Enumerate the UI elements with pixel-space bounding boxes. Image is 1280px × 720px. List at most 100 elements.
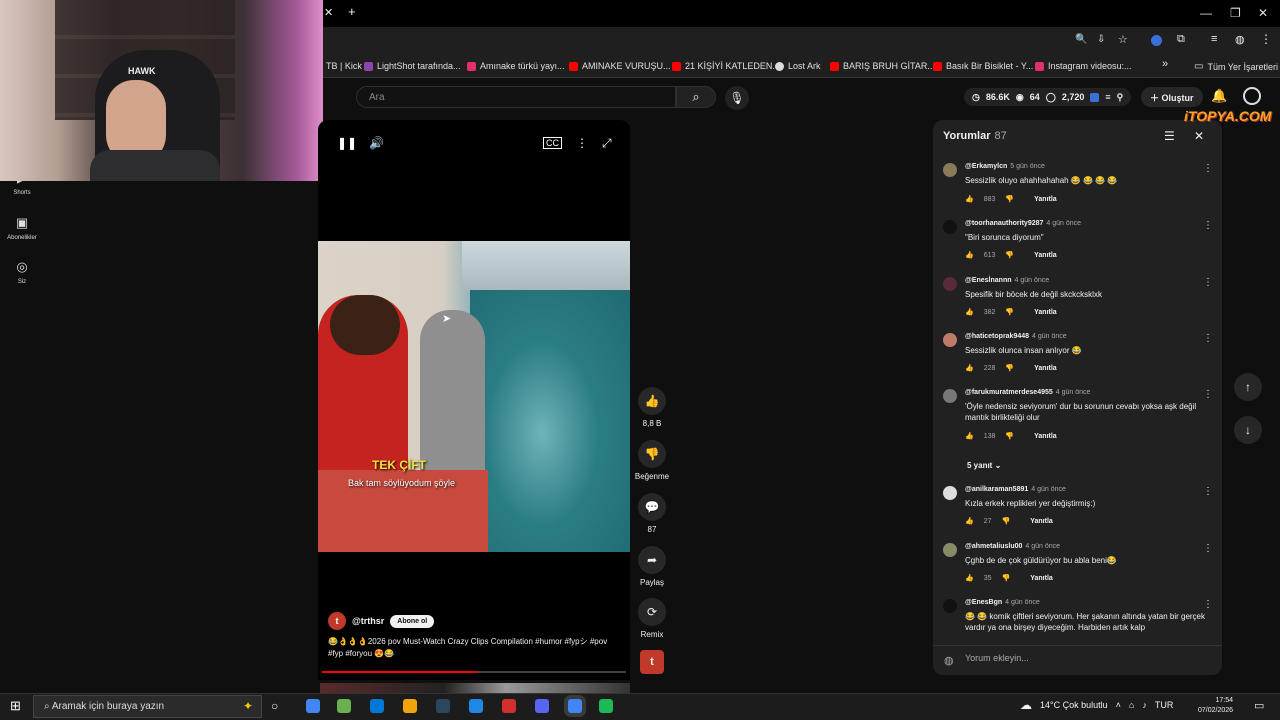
reply-button[interactable]: Yanıtla — [1034, 433, 1057, 440]
thumbs-up-icon[interactable]: 👍 — [965, 308, 974, 316]
comment-menu-icon[interactable]: ⋮ — [1203, 220, 1213, 231]
volume-icon[interactable]: 🔊 — [369, 136, 384, 150]
close-tab-icon[interactable]: ✕ — [324, 6, 333, 19]
speaker-icon[interactable]: ♪ — [1142, 700, 1147, 710]
minimize-icon[interactable]: — — [1200, 6, 1212, 20]
thumbs-down-icon[interactable]: 👎 — [1002, 574, 1011, 582]
next-short-thumbnail[interactable] — [320, 683, 630, 693]
reply-button[interactable]: Yanıtla — [1030, 575, 1053, 582]
comment-menu-icon[interactable]: ⋮ — [1203, 163, 1213, 174]
taskbar-app-icon[interactable] — [306, 699, 320, 713]
thumbs-up-icon[interactable]: 👍 — [965, 195, 974, 203]
remix-button[interactable]: ⟳ Remix — [634, 598, 670, 639]
search-input[interactable]: Ara — [356, 86, 676, 108]
reply-button[interactable]: Yanıtla — [1034, 365, 1057, 372]
commenter-avatar[interactable] — [943, 543, 957, 557]
restore-icon[interactable]: ❐ — [1230, 6, 1241, 20]
comment-time[interactable]: 4 gün önce — [1025, 543, 1060, 550]
comment-menu-icon[interactable]: ⋮ — [1203, 486, 1213, 497]
bookmark-item[interactable]: Lost Ark — [775, 61, 821, 71]
bookmark-item[interactable]: TB | Kick — [322, 61, 362, 71]
thumbs-up-icon[interactable]: 👍 — [965, 364, 974, 372]
comment-time[interactable]: 4 gün önce — [1015, 277, 1050, 284]
comment-time[interactable]: 4 gün önce — [1046, 220, 1081, 227]
taskbar-app-icon[interactable] — [599, 699, 613, 713]
channel-thumbnail-button[interactable]: t — [640, 650, 664, 674]
comment-author[interactable]: @toorhanauthority9287 — [965, 220, 1043, 227]
extensions-puzzle-icon[interactable]: ⧉ — [1177, 33, 1185, 46]
commenter-avatar[interactable] — [943, 389, 957, 403]
comment-menu-icon[interactable]: ⋮ — [1203, 389, 1213, 400]
create-button[interactable]: ＋ Oluştur — [1141, 87, 1203, 107]
next-short-button[interactable]: ↓ — [1234, 416, 1262, 444]
comment-author[interactable]: @ahmetaliuslu00 — [965, 543, 1022, 550]
thumbs-up-icon[interactable]: 👍 — [965, 251, 974, 259]
bookmark-item[interactable]: LightShot tarafında... — [364, 61, 461, 71]
commenter-avatar[interactable] — [943, 599, 957, 613]
channel-avatar[interactable]: t — [328, 612, 346, 630]
chevron-up-icon[interactable]: ˄ — [1116, 700, 1121, 710]
windows-start-icon[interactable]: ⊞ — [10, 698, 21, 714]
taskbar-app-icon[interactable] — [535, 699, 549, 713]
close-window-icon[interactable]: ✕ — [1258, 6, 1268, 20]
comment-time[interactable]: 5 gün önce — [1010, 163, 1045, 170]
comment-author[interactable]: @haticetoprak9448 — [965, 333, 1029, 340]
view-replies-button[interactable]: 5 yanıt ⌄ — [967, 461, 1001, 470]
reply-button[interactable]: Yanıtla — [1030, 518, 1053, 525]
task-view-icon[interactable]: ○ — [271, 699, 278, 713]
bookmark-star-icon[interactable]: ☆ — [1118, 33, 1128, 46]
all-bookmarks-folder[interactable]: ▭ Tüm Yer İşaretleri — [1194, 61, 1278, 72]
close-panel-icon[interactable]: ✕ — [1194, 129, 1204, 143]
commenter-avatar[interactable] — [943, 277, 957, 291]
comment-menu-icon[interactable]: ⋮ — [1203, 277, 1213, 288]
account-avatar[interactable] — [1243, 87, 1261, 105]
bookmark-item[interactable]: AMINAKE VURUŞU... — [569, 61, 671, 71]
notifications-bell-icon[interactable]: 🔔 — [1211, 88, 1227, 104]
taskbar-app-icon[interactable] — [469, 699, 483, 713]
new-tab-button[interactable]: + — [348, 4, 356, 19]
filter-icon[interactable]: ⚲ — [1117, 92, 1124, 103]
comment-menu-icon[interactable]: ⋮ — [1203, 599, 1213, 610]
channel-name[interactable]: @trthsr — [352, 616, 384, 626]
network-icon[interactable]: ⌂ — [1129, 700, 1134, 710]
thumbs-up-icon[interactable]: 👍 — [965, 517, 974, 525]
voice-search-button[interactable]: 🎙 — [725, 86, 749, 110]
comment-time[interactable]: 4 gün önce — [1005, 599, 1040, 606]
subscribe-button[interactable]: Abone ol — [390, 614, 435, 628]
extension-badge-icon[interactable] — [1090, 92, 1100, 102]
comment-time[interactable]: 4 gün önce — [1032, 333, 1067, 340]
comments-button[interactable]: 💬 87 — [634, 493, 670, 534]
commenter-avatar[interactable] — [943, 333, 957, 347]
add-comment-input[interactable]: ◍ Yorum ekleyin... — [933, 645, 1222, 675]
fullscreen-icon[interactable]: ⤢ — [602, 136, 612, 151]
extension-icon[interactable] — [1151, 35, 1162, 46]
taskbar-app-icon[interactable] — [403, 699, 417, 713]
captions-icon[interactable]: CC — [543, 137, 562, 149]
thumbs-down-icon[interactable]: 👎 — [1005, 251, 1014, 259]
clock[interactable]: 17:54 07/02/2026 — [1198, 696, 1233, 716]
copilot-sparkle-icon[interactable]: ✦ — [243, 699, 253, 713]
language-indicator[interactable]: TUR — [1155, 700, 1174, 710]
commenter-avatar[interactable] — [943, 486, 957, 500]
more-options-icon[interactable]: ⋮ — [576, 136, 588, 150]
zoom-icon[interactable]: 🔍 — [1075, 34, 1087, 45]
list-icon[interactable]: ≡ — [1105, 92, 1110, 102]
previous-short-button[interactable]: ↑ — [1234, 373, 1262, 401]
bookmark-item[interactable]: Basık Bir Bisiklet - Y... — [933, 61, 1033, 71]
bookmarks-overflow-button[interactable]: » — [1162, 58, 1168, 70]
thumbs-up-icon[interactable]: 👍 — [965, 432, 974, 440]
sidebar-item-you[interactable]: ◎ Siz — [4, 259, 40, 285]
bookmark-item[interactable]: Instagram videosu:... — [1035, 61, 1132, 71]
profile-icon[interactable]: ◍ — [1235, 33, 1245, 46]
reply-button[interactable]: Yanıtla — [1034, 309, 1057, 316]
taskbar-app-icon[interactable] — [337, 699, 351, 713]
thumbs-down-icon[interactable]: 👎 — [1005, 364, 1014, 372]
taskbar-app-icon[interactable] — [502, 699, 516, 713]
bookmark-item[interactable]: BARIŞ BRUH GİTAR... — [830, 61, 935, 71]
commenter-avatar[interactable] — [943, 163, 957, 177]
thumbs-down-icon[interactable]: 👎 — [1005, 432, 1014, 440]
thumbs-up-icon[interactable]: 👍 — [965, 574, 974, 582]
reply-button[interactable]: Yanıtla — [1034, 252, 1057, 259]
menu-dots-icon[interactable]: ⋮ — [1260, 32, 1272, 46]
comment-menu-icon[interactable]: ⋮ — [1203, 333, 1213, 344]
